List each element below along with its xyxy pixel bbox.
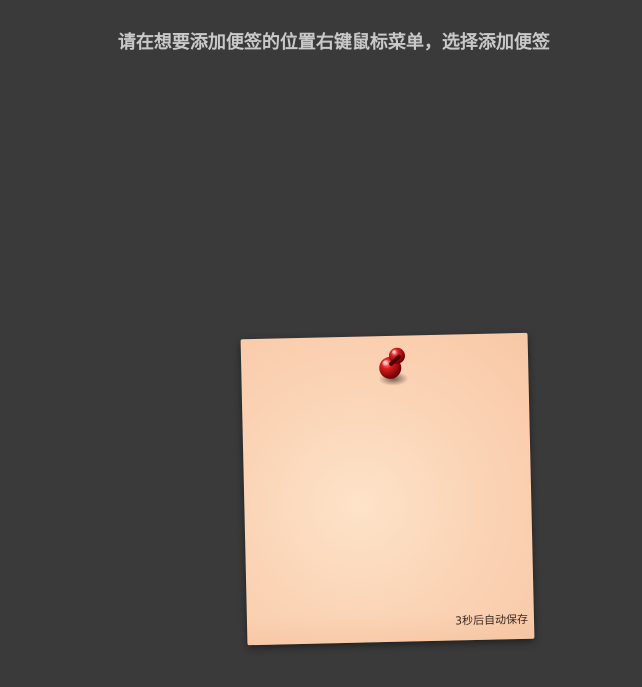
auto-save-status: 3秒后自动保存	[454, 612, 529, 628]
instruction-text: 请在想要添加便签的位置右键鼠标菜单，选择添加便签	[118, 32, 550, 53]
sticky-note[interactable]: 3秒后自动保存	[240, 332, 535, 646]
push-pin-icon	[378, 347, 409, 386]
